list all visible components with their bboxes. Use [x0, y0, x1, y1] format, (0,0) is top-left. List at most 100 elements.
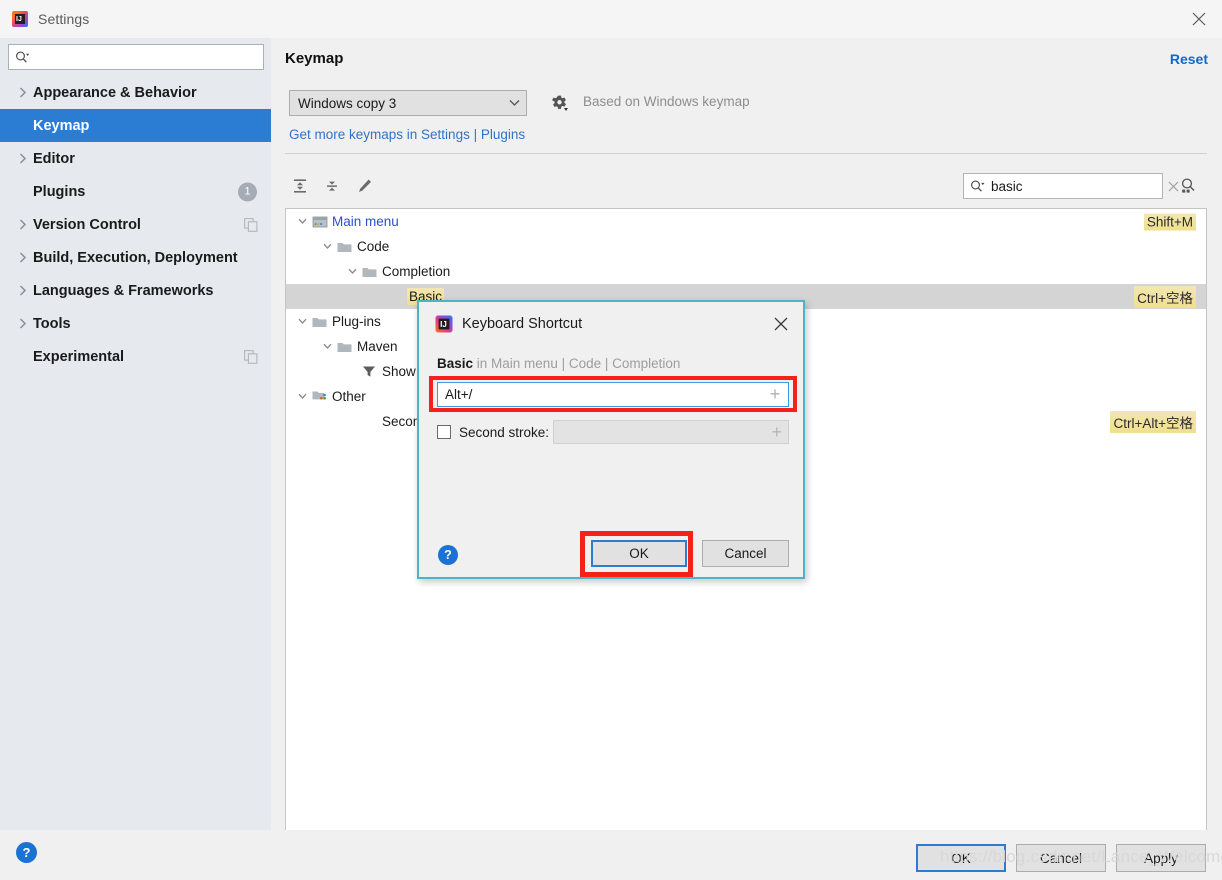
chevron-right-icon [16, 153, 30, 164]
keymap-based-on-label: Based on Windows keymap [583, 94, 750, 109]
expand-all-icon[interactable] [287, 174, 313, 198]
tree-row[interactable]: Main menu Shift+M [286, 209, 1206, 234]
ok-button[interactable]: OK [916, 844, 1006, 872]
tree-row-label: Plug-ins [332, 314, 381, 329]
keymap-select[interactable]: Windows copy 3 [289, 90, 527, 116]
keymap-select-value: Windows copy 3 [298, 95, 397, 111]
apply-button[interactable]: Apply [1116, 844, 1206, 872]
search-icon [970, 180, 986, 193]
svg-text:IJ: IJ [440, 320, 447, 329]
tree-row-label: Other [332, 389, 366, 404]
folder-icon [362, 266, 380, 278]
sidebar-item-tools[interactable]: Tools [0, 307, 271, 340]
dialog-title-bar: IJ Keyboard Shortcut [435, 312, 582, 336]
dialog-cancel-button[interactable]: Cancel [702, 540, 789, 567]
chevron-down-icon[interactable] [292, 393, 312, 400]
filter-icon [362, 365, 380, 378]
chevron-right-icon [16, 219, 30, 230]
search-icon [15, 51, 30, 64]
chevron-down-icon[interactable] [342, 268, 362, 275]
first-stroke-input[interactable]: Alt+/ + [437, 382, 789, 407]
plus-icon[interactable]: + [762, 384, 788, 405]
keymap-search-box[interactable] [963, 173, 1179, 199]
sidebar-item-label: Editor [33, 150, 75, 167]
pencil-edit-icon[interactable] [352, 174, 378, 198]
keyboard-shortcut-dialog: IJ Keyboard Shortcut Basic in Main menu … [417, 300, 805, 579]
folder-icon [337, 241, 355, 253]
sidebar-item-label: Build, Execution, Deployment [33, 249, 238, 266]
tree-row[interactable]: Completion [286, 259, 1206, 284]
chevron-down-icon[interactable] [317, 343, 337, 350]
chevron-down-icon[interactable] [292, 218, 312, 225]
settings-sidebar: Appearance & Behavior Keymap Editor Plug… [0, 38, 271, 830]
help-button[interactable]: ? [16, 842, 37, 863]
second-stroke-row: Second stroke: + [437, 420, 789, 444]
get-more-keymaps-link[interactable]: Get more keymaps in Settings | Plugins [289, 127, 525, 142]
page-title: Keymap [285, 50, 344, 67]
sidebar-item-label: Plugins [33, 183, 86, 200]
close-icon[interactable] [769, 312, 793, 336]
sidebar-item-build-execution-deployment[interactable]: Build, Execution, Deployment [0, 241, 271, 274]
second-stroke-input: + [553, 420, 789, 444]
chevron-right-icon [16, 252, 30, 263]
window-title-bar: IJ Settings [0, 0, 1222, 38]
chevron-right-icon [16, 318, 30, 329]
cancel-button[interactable]: Cancel [1016, 844, 1106, 872]
sidebar-item-label: Experimental [33, 348, 125, 365]
tree-row-label: Main menu [332, 214, 399, 229]
shortcut-action-path: in Main menu | Code | Completion [473, 356, 681, 371]
copy-settings-icon [244, 217, 258, 232]
shortcut-action-name: Basic [437, 356, 474, 371]
copy-settings-icon [244, 349, 258, 364]
keymap-tree-toolbar [285, 166, 1207, 206]
tree-row-label: Code [357, 239, 390, 254]
gear-icon[interactable] [547, 92, 571, 114]
find-by-shortcut-icon[interactable] [1175, 174, 1201, 198]
sidebar-item-label: Appearance & Behavior [33, 84, 197, 101]
folder-icon [312, 316, 330, 328]
intellij-idea-icon: IJ [435, 315, 453, 333]
intellij-idea-icon: IJ [12, 11, 28, 27]
second-stroke-checkbox[interactable] [437, 425, 451, 439]
search-input[interactable] [991, 178, 1168, 194]
sidebar-item-plugins[interactable]: Plugins 1 [0, 175, 271, 208]
help-button[interactable]: ? [438, 545, 458, 565]
tree-row-label: Completion [382, 264, 451, 279]
sidebar-item-label: Keymap [33, 117, 90, 134]
sidebar-item-languages-frameworks[interactable]: Languages & Frameworks [0, 274, 271, 307]
chevron-right-icon [16, 285, 30, 296]
close-icon[interactable] [1176, 0, 1222, 38]
window-title: Settings [38, 11, 90, 27]
other-icon [312, 390, 330, 403]
collapse-all-icon[interactable] [319, 174, 345, 198]
tree-row-shortcut: Ctrl+Alt+空格 [1110, 410, 1196, 433]
main-menu-icon [312, 215, 330, 229]
folder-icon [337, 341, 355, 353]
chevron-down-icon[interactable] [292, 318, 312, 325]
dialog-title: Keyboard Shortcut [462, 316, 583, 332]
first-stroke-value: Alt+/ [445, 387, 473, 402]
sidebar-item-label: Tools [33, 315, 71, 332]
sidebar-search-box[interactable] [8, 44, 264, 70]
section-divider [285, 153, 1207, 154]
settings-footer: ? OK Cancel Apply [0, 830, 1222, 880]
chevron-down-icon[interactable] [317, 243, 337, 250]
sidebar-item-label: Version Control [33, 216, 141, 233]
tree-row[interactable]: Code [286, 234, 1206, 259]
plugins-update-badge: 1 [238, 182, 257, 201]
sidebar-item-experimental[interactable]: Experimental [0, 340, 271, 373]
dialog-ok-button[interactable]: OK [591, 540, 687, 567]
sidebar-item-keymap[interactable]: Keymap [0, 109, 271, 142]
reset-link[interactable]: Reset [1170, 51, 1208, 67]
sidebar-item-appearance-behavior[interactable]: Appearance & Behavior [0, 76, 271, 109]
sidebar-item-label: Languages & Frameworks [33, 282, 214, 299]
plus-icon: + [771, 421, 782, 442]
sidebar-item-editor[interactable]: Editor [0, 142, 271, 175]
chevron-down-icon [502, 99, 526, 107]
second-stroke-label: Second stroke: [459, 424, 550, 440]
sidebar-item-version-control[interactable]: Version Control [0, 208, 271, 241]
search-input[interactable] [34, 49, 263, 65]
tree-row-shortcut: Shift+M [1143, 213, 1196, 230]
shortcut-context-label: Basic in Main menu | Code | Completion [437, 356, 680, 371]
chevron-right-icon [16, 87, 30, 98]
